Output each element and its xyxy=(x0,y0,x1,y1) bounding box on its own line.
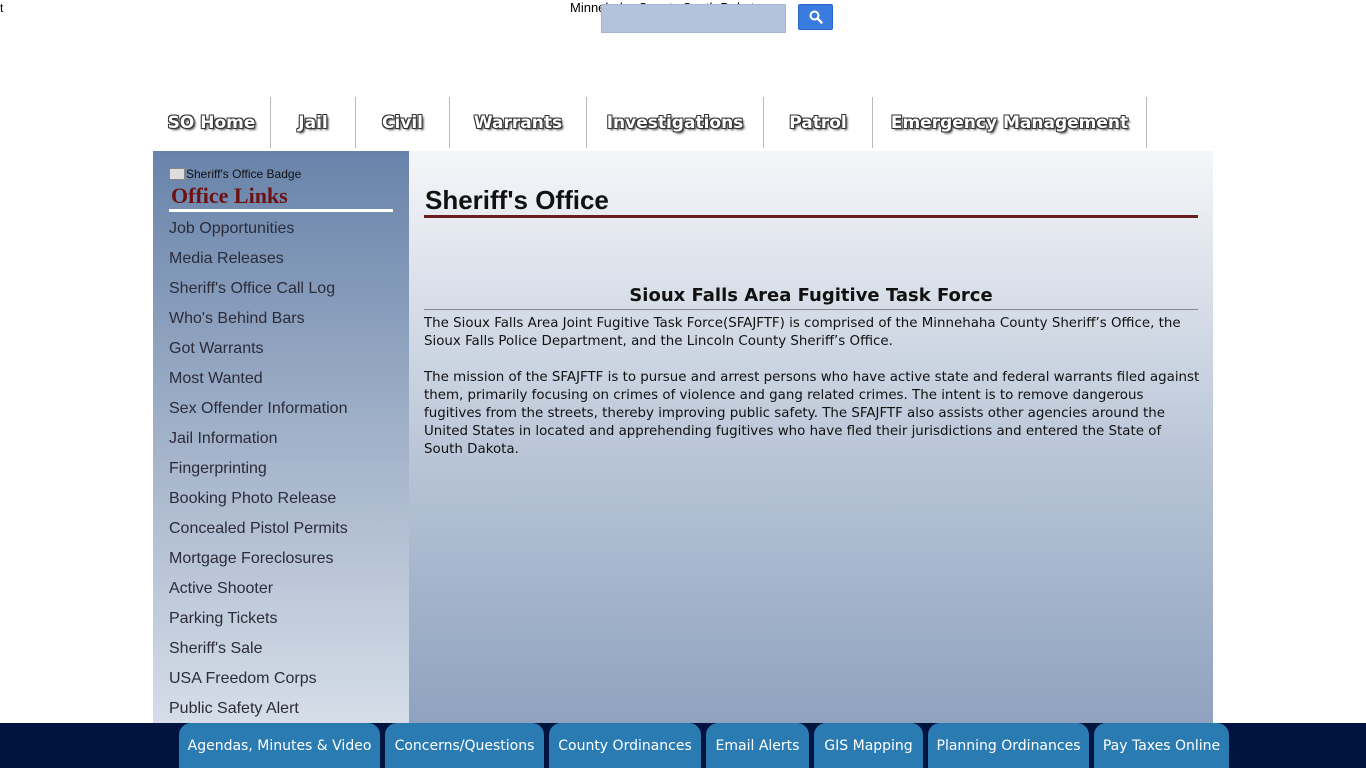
sidebar-link-jail-information[interactable]: Jail Information xyxy=(169,429,348,459)
sidebar-link-active-shooter[interactable]: Active Shooter xyxy=(169,579,348,609)
main-nav: SO Home Jail Civil Warrants Investigatio… xyxy=(153,97,1147,148)
footer-button-planning-ordinances[interactable]: Planning Ordinances xyxy=(928,723,1089,768)
nav-item-emergency-management[interactable]: Emergency Management xyxy=(873,97,1147,148)
sidebar-link-whos-behind-bars[interactable]: Who's Behind Bars xyxy=(169,309,348,339)
sidebar-link-concealed-pistol-permits[interactable]: Concealed Pistol Permits xyxy=(169,519,348,549)
section-divider xyxy=(424,309,1198,310)
title-divider xyxy=(424,215,1198,218)
sidebar-link-usa-freedom-corps[interactable]: USA Freedom Corps xyxy=(169,669,348,699)
sidebar-link-sheriffs-sale[interactable]: Sheriff's Sale xyxy=(169,639,348,669)
nav-item-patrol[interactable]: Patrol xyxy=(764,97,873,148)
sidebar-link-sex-offender-information[interactable]: Sex Offender Information xyxy=(169,399,348,429)
nav-item-jail[interactable]: Jail xyxy=(271,97,356,148)
broken-image-icon xyxy=(169,168,185,180)
nav-item-civil[interactable]: Civil xyxy=(356,97,450,148)
page: t Minnehaha County South Dakota SO Home … xyxy=(0,0,1366,768)
page-title: Sheriff's Office xyxy=(425,185,609,215)
footer-buttons: Agendas, Minutes & Video Concerns/Questi… xyxy=(179,723,1234,768)
sidebar-link-fingerprinting[interactable]: Fingerprinting xyxy=(169,459,348,489)
corner-text: t xyxy=(0,1,4,15)
footer-button-county-ordinances[interactable]: County Ordinances xyxy=(549,723,701,768)
sidebar-link-call-log[interactable]: Sheriff's Office Call Log xyxy=(169,279,348,309)
sidebar-link-most-wanted[interactable]: Most Wanted xyxy=(169,369,348,399)
badge-alt-text: Sheriff's Office Badge xyxy=(186,167,302,181)
footer-button-agendas[interactable]: Agendas, Minutes & Video xyxy=(179,723,380,768)
sidebar-link-booking-photo-release[interactable]: Booking Photo Release xyxy=(169,489,348,519)
footer-button-gis-mapping[interactable]: GIS Mapping xyxy=(814,723,923,768)
search-input[interactable] xyxy=(601,4,786,33)
footer-button-pay-taxes[interactable]: Pay Taxes Online xyxy=(1094,723,1229,768)
task-force-description: The Sioux Falls Area Joint Fugitive Task… xyxy=(424,316,1181,349)
office-links-list: Job Opportunities Media Releases Sheriff… xyxy=(169,219,348,729)
sidebar-link-media-releases[interactable]: Media Releases xyxy=(169,249,348,279)
sidebar-link-parking-tickets[interactable]: Parking Tickets xyxy=(169,609,348,639)
office-links-heading: Office Links xyxy=(171,183,288,208)
sheriff-badge-image: Sheriff's Office Badge xyxy=(169,167,301,181)
sidebar: Sheriff's Office Badge Office Links Job … xyxy=(153,151,409,723)
search-button[interactable] xyxy=(798,4,833,30)
sidebar-link-mortgage-foreclosures[interactable]: Mortgage Foreclosures xyxy=(169,549,348,579)
nav-item-investigations[interactable]: Investigations xyxy=(587,97,764,148)
sidebar-link-got-warrants[interactable]: Got Warrants xyxy=(169,339,348,369)
footer-button-concerns[interactable]: Concerns/Questions xyxy=(385,723,544,768)
footer-button-email-alerts[interactable]: Email Alerts xyxy=(706,723,809,768)
section-title: Sioux Falls Area Fugitive Task Force xyxy=(629,285,993,306)
task-force-mission: The mission of the SFAJFTF is to pursue … xyxy=(424,370,1200,457)
footer-bar: Agendas, Minutes & Video Concerns/Questi… xyxy=(0,723,1366,768)
nav-item-so-home[interactable]: SO Home xyxy=(153,97,271,148)
search-icon xyxy=(809,10,823,24)
office-links-divider xyxy=(169,209,393,212)
sidebar-link-job-opportunities[interactable]: Job Opportunities xyxy=(169,219,348,249)
search-bar xyxy=(601,4,833,33)
nav-item-warrants[interactable]: Warrants xyxy=(450,97,587,148)
main-content: Sheriff's Office Sioux Falls Area Fugiti… xyxy=(409,151,1213,723)
